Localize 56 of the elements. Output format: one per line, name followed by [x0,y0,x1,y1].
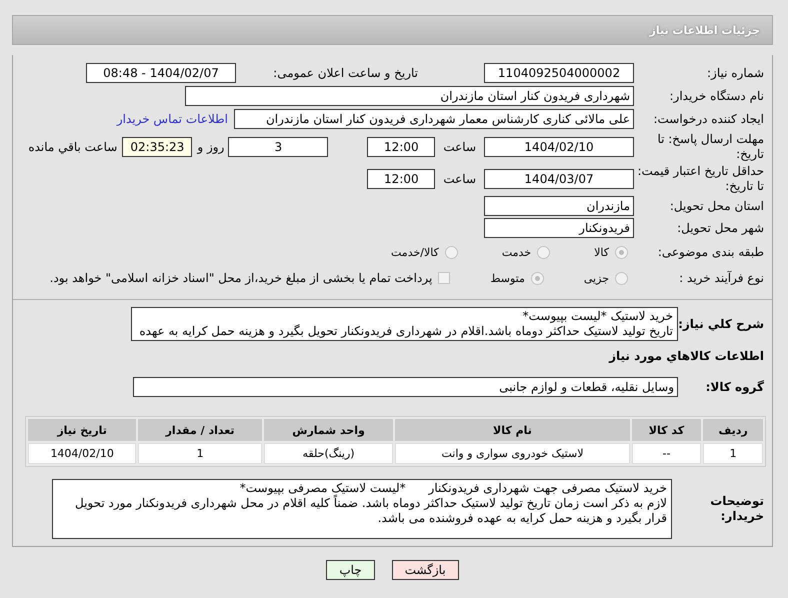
field-label: تاریخ و ساعت اعلان عمومی: [272,66,419,80]
section-title: اطلاعات کالاهاي مورد نياز [609,349,765,363]
time-label: ساعت [443,140,476,154]
field-label: شهر محل تحویل: [676,220,765,236]
goods-group-field: وسایل نقلیه، قطعات و لوازم جانبی [133,377,678,397]
date-field: 1404/03/07 [484,169,634,189]
field-label: مهلت ارسال پاسخ: تا تاریخ: [656,132,765,162]
buyer-notes-textarea[interactable]: خرید لاستیک مصرفی جهت شهرداری فریدونکنار *لیست لاستیک مصرفی بپیوست* لازم به ذکر است زمان تاریخ تولید لاستیک حداکثر دوماه باشد. ضمناً کلیه اقلام در محل شهرداری فریدونکنار مورد تحویل قرار بگیرد و هزینه حمل کرایه به عهده فروشنده می باشد. [52,479,672,539]
column-header: واحد شمارش [264,419,394,441]
treasury-note: پرداخت تمام یا بخشی از مبلغ خرید،از محل "اسناد خزانه اسلامی" خواهد بود. [50,271,432,285]
field-label: ایجاد کننده درخواست: [652,112,765,126]
announce-date-field: 1404/02/07 - 08:48 [86,63,236,83]
category-radio[interactable]: کالا/خدمت [391,246,458,258]
remaining-label: ساعت باقي مانده [28,140,118,154]
print-button[interactable]: چاپ [326,560,375,580]
column-header: تعداد / مقدار [138,419,262,441]
description-textarea[interactable]: خرید لاستیک *لیست بپیوست* تاریخ تولید لاستیک حداکثر دوماه باشد.اقلام در شهرداری فریدونکنار تحویل بگیرد و هزینه حمل کرایه به عهده [131,307,678,341]
field-label: گروه کالا: [704,380,765,394]
field-label: نوع فرآیند خرید : [678,270,765,286]
field-label: استان محل تحویل: [668,198,765,214]
table-cell: 1 [138,443,262,464]
need-number-field: 1104092504000002 [484,63,634,83]
days-field: 3 [228,137,328,157]
province-field: مازندران [484,196,634,216]
requester-field: علی مالائی کناری کارشناس معمار شهرداری فریدون کنار استان مازندران [234,109,634,129]
column-header: تاریخ نیاز [28,419,136,441]
column-header: کد کالا [632,419,702,441]
table-cell: -- [632,443,702,464]
time-field: 12:00 [367,137,436,157]
time-field: 12:00 [367,169,436,189]
process-radio[interactable]: جزیی [584,272,628,284]
days-label: روز و [197,140,224,154]
page-title: جزئیات اطلاعات نیاز [650,24,760,36]
buyer-org-field: شهرداری فریدون کنار استان مازندران [185,86,634,106]
remaining-time-field: 02:35:23 [122,137,192,157]
field-label: شماره نیاز: [706,66,765,80]
column-header: ردیف [703,419,763,441]
field-label: حداقل تاریخ اعتبار قیمت: تا تاریخ: [636,164,765,194]
column-header: نام کالا [395,419,630,441]
table-cell: 1 [703,443,763,464]
process-radio[interactable]: متوسط [490,272,544,284]
buyer-contact-link[interactable]: اطلاعات تماس خریدار [116,112,228,126]
category-radio[interactable]: خدمت [502,246,550,258]
table-cell: 1404/02/10 [28,443,136,464]
back-button[interactable]: بازگشت [392,560,459,580]
field-label: نام دستگاه خریدار: [668,88,765,104]
field-label: توضیحات خریدار: [709,494,765,524]
table-cell: لاستیک خودروی سواری و وانت [395,443,630,464]
city-field: فریدونکنار [484,218,634,238]
time-label: ساعت [443,172,476,186]
treasury-checkbox[interactable] [438,272,450,284]
table-cell: (رینگ)حلقه [264,443,394,464]
field-label: شرح کلي نياز: [678,316,765,332]
date-field: 1404/02/10 [484,137,634,157]
field-label: طبقه بندی موضوعی: [656,244,765,260]
category-radio[interactable]: کالا [594,246,628,258]
